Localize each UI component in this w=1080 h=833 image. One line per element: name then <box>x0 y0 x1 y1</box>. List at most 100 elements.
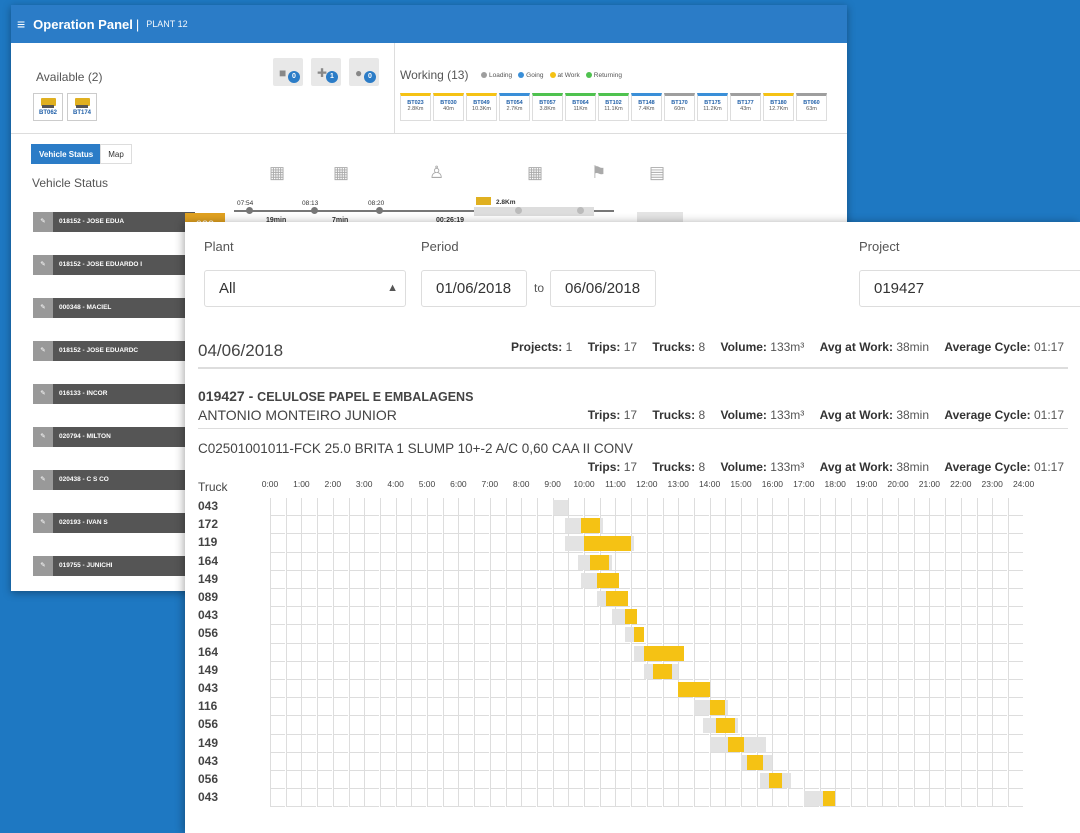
working-vehicle[interactable]: BT057 3.8Km <box>532 93 563 121</box>
gantt-cell <box>568 607 584 626</box>
gantt-cell <box>992 625 1008 644</box>
gantt-cell <box>489 643 505 662</box>
period-from-input[interactable]: 01/06/2018 <box>421 270 527 307</box>
vehicle-row[interactable]: ✎018152 - JOSE EDUARDO I› <box>33 255 195 275</box>
gantt-cell <box>662 789 678 808</box>
vehicle-distance: 11.1Km <box>604 106 623 112</box>
gantt-cell <box>615 516 631 535</box>
maintenance-count-button[interactable]: ✚ 1 <box>311 58 341 86</box>
gantt-cell <box>285 589 301 608</box>
working-vehicle[interactable]: BT060 63m <box>796 93 827 121</box>
trip-at-work-bar[interactable] <box>653 663 672 679</box>
trip-at-work-bar[interactable] <box>709 700 726 716</box>
gantt-cell <box>615 680 631 699</box>
tab-vehicle-status[interactable]: Vehicle Status <box>31 144 102 164</box>
trip-at-work-bar[interactable] <box>624 609 638 625</box>
trucks-count-button[interactable]: ■ 0 <box>273 58 303 86</box>
working-vehicle[interactable]: BT175 11.2Km <box>697 93 728 121</box>
vehicle-row[interactable]: ✎019755 - JUNICHI› <box>33 556 195 576</box>
gantt-cell <box>301 570 317 589</box>
trip-at-work-bar[interactable] <box>596 572 619 588</box>
edit-icon[interactable]: ✎ <box>33 255 53 275</box>
trip-at-work-bar[interactable] <box>590 554 610 570</box>
working-vehicle[interactable]: BT049 10.3Km <box>466 93 497 121</box>
project-input[interactable]: 019427 <box>859 270 1080 307</box>
working-vehicle[interactable]: BT023 2.8Km <box>400 93 431 121</box>
period-to-input[interactable]: 06/06/2018 <box>550 270 656 307</box>
edit-icon[interactable]: ✎ <box>33 212 53 232</box>
trip-at-work-bar[interactable] <box>822 791 836 807</box>
gantt-cell <box>442 498 458 517</box>
legend-going: Going <box>518 72 544 79</box>
working-vehicle[interactable]: BT170 60m <box>664 93 695 121</box>
gantt-cell <box>835 625 851 644</box>
edit-icon[interactable]: ✎ <box>33 384 53 404</box>
gantt-cell <box>536 789 552 808</box>
edit-icon[interactable]: ✎ <box>33 556 53 576</box>
edit-icon[interactable]: ✎ <box>33 341 53 361</box>
gantt-cell <box>929 771 945 790</box>
edit-icon[interactable]: ✎ <box>33 513 53 533</box>
trip-at-work-bar[interactable] <box>678 682 710 697</box>
trip-at-work-bar[interactable] <box>643 645 685 661</box>
hamburger-icon[interactable]: ≡ <box>17 16 25 32</box>
vehicle-row[interactable]: ✎020438 - C S CO› <box>33 470 195 490</box>
trip-at-work-bar[interactable] <box>605 591 628 606</box>
tab-map[interactable]: Map <box>100 144 132 164</box>
gantt-cell <box>301 789 317 808</box>
edit-icon[interactable]: ✎ <box>33 298 53 318</box>
section-title: Vehicle Status <box>32 176 109 190</box>
trip-total-bar[interactable] <box>552 500 569 515</box>
vehicle-row[interactable]: ✎018152 - JOSE EDUA› <box>33 212 195 232</box>
gantt-cell <box>348 570 364 589</box>
working-vehicle[interactable]: BT064 11Km <box>565 93 596 121</box>
vehicle-row[interactable]: ✎020794 - MILTON› <box>33 427 195 447</box>
vehicle-name: 000348 - MACIEL <box>59 304 112 311</box>
trip-at-work-bar[interactable] <box>728 736 745 752</box>
gantt-cell <box>992 643 1008 662</box>
drivers-count-button[interactable]: ● 0 <box>349 58 379 86</box>
trip-at-work-bar[interactable] <box>715 718 735 734</box>
gantt-cell <box>693 771 709 790</box>
working-vehicle[interactable]: BT030 40m <box>433 93 464 121</box>
gantt-cell <box>599 752 615 771</box>
working-vehicle[interactable]: BT054 2.7Km <box>499 93 530 121</box>
trip-at-work-bar[interactable] <box>769 773 782 788</box>
vehicle-row[interactable]: ✎020193 - IVAN S› <box>33 513 195 533</box>
gantt-cell <box>945 771 961 790</box>
gantt-cell <box>536 734 552 753</box>
day-summary: Projects: 1 Trips: 17 Trucks: 8 Volume: … <box>510 340 1064 354</box>
gantt-cell <box>803 734 819 753</box>
gantt-cell <box>301 643 317 662</box>
plant-select[interactable]: All ▲ <box>204 270 406 307</box>
available-vehicle[interactable]: BT174 <box>67 93 97 121</box>
trip-at-work-bar[interactable] <box>747 754 763 770</box>
gantt-cell <box>411 498 427 517</box>
trip-at-work-bar[interactable] <box>634 627 644 643</box>
working-vehicle[interactable]: BT148 7.4Km <box>631 93 662 121</box>
working-vehicle[interactable]: BT102 11.1Km <box>598 93 629 121</box>
gantt-cell <box>678 516 694 535</box>
edit-icon[interactable]: ✎ <box>33 427 53 447</box>
truck-number: 116 <box>198 699 218 714</box>
working-vehicle[interactable]: BT177 43m <box>730 93 761 121</box>
gantt-cell <box>835 589 851 608</box>
gantt-cell <box>662 552 678 571</box>
gantt-cell <box>395 589 411 608</box>
trip-at-work-bar[interactable] <box>580 518 600 534</box>
gantt-cell <box>898 734 913 753</box>
edit-icon[interactable]: ✎ <box>33 470 53 490</box>
vehicle-row[interactable]: ✎018152 - JOSE EDUARDC› <box>33 341 195 361</box>
trip-at-work-bar[interactable] <box>584 536 632 552</box>
gantt-cell <box>976 552 992 571</box>
gantt-cell <box>427 661 442 680</box>
gantt-cell <box>458 625 474 644</box>
working-vehicle[interactable]: BT180 12.7Km <box>763 93 794 121</box>
available-vehicle[interactable]: BT062 <box>33 93 63 121</box>
vehicle-row[interactable]: ✎000348 - MACIEL› <box>33 298 195 318</box>
gantt-cell <box>348 589 364 608</box>
vehicle-row[interactable]: ✎016133 - INCOR› <box>33 384 195 404</box>
gantt-cell <box>929 552 945 571</box>
gantt-cell <box>819 716 835 735</box>
report-date: 04/06/2018 <box>198 341 284 360</box>
